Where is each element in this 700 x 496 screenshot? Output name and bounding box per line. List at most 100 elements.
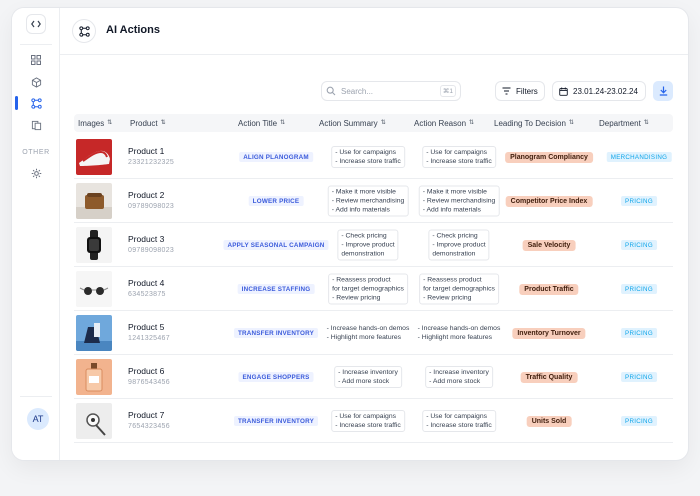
action-reason: - Reassess product for target demographic… [419, 273, 499, 305]
sidebar-item-settings[interactable] [28, 165, 44, 181]
column-header-action-summary[interactable]: Action Summary ⇅ [319, 114, 386, 132]
search-input[interactable]: Search... ⌘1 [321, 81, 461, 101]
sort-icon: ⇅ [160, 120, 166, 126]
product-name: Product 7 [128, 410, 165, 420]
filters-button[interactable]: Filters [495, 81, 545, 101]
sidebar-item-products[interactable] [28, 74, 44, 90]
sidebar-divider [20, 396, 52, 397]
table-row[interactable]: Product 4 634523875 INCREASE STAFFING - … [74, 267, 673, 311]
sidebar: OTHER AT [12, 8, 60, 460]
search-placeholder: Search... [341, 86, 374, 96]
grid-icon [31, 55, 41, 65]
column-header-product[interactable]: Product ⇅ [130, 114, 166, 132]
department-badge: PRICING [621, 196, 657, 206]
product-name: Product 5 [128, 322, 165, 332]
page-title: AI Actions [106, 24, 160, 36]
column-header-department[interactable]: Department ⇅ [599, 114, 649, 132]
page-icon [72, 19, 96, 43]
search-icon [326, 86, 336, 96]
department-badge: MERCHANDISING [606, 152, 672, 162]
product-name: Product 1 [128, 146, 165, 156]
gear-icon [31, 168, 41, 178]
sort-icon: ⇅ [380, 120, 386, 126]
action-summary: - Reassess product for target demographic… [328, 273, 408, 305]
product-id: 1241325467 [128, 335, 170, 342]
table-row[interactable]: Product 5 1241325467 TRANSFER INVENTORY … [74, 311, 673, 355]
department-badge: PRICING [621, 372, 657, 382]
action-title-tag: INCREASE STAFFING [237, 284, 315, 294]
sort-icon: ⇅ [568, 120, 574, 126]
download-icon [659, 86, 667, 96]
workflow-icon [78, 25, 90, 37]
download-button[interactable] [653, 81, 673, 101]
column-header-images[interactable]: Images ⇅ [78, 114, 112, 132]
decision-badge: Sale Velocity [522, 240, 576, 251]
decision-badge: Units Sold [526, 416, 572, 427]
product-name: Product 2 [128, 190, 165, 200]
column-header-action-title[interactable]: Action Title ⇅ [238, 114, 285, 132]
sidebar-divider [20, 44, 52, 45]
action-summary: - Increase hands-on demos - Highlight mor… [322, 322, 414, 344]
action-title-tag: APPLY SEASONAL CAMPAIGN [223, 240, 329, 250]
product-id: 634523875 [128, 291, 166, 298]
table-row[interactable]: Product 6 9876543456 ENGAGE SHOPPERS - I… [74, 355, 673, 399]
action-title-tag: LOWER PRICE [248, 196, 304, 206]
table-row[interactable]: Product 3 09789098023 APPLY SEASONAL CAM… [74, 223, 673, 267]
product-id: 09789098023 [128, 247, 175, 254]
table-row[interactable]: Product 2 09789098023 LOWER PRICE - Make… [74, 179, 673, 223]
product-image [76, 227, 112, 263]
product-id: 23321232325 [128, 159, 175, 166]
app-window: OTHER AT AI Actions Search... ⌘1 Filters… [12, 8, 688, 460]
column-header-leading-to-decision[interactable]: Leading To Decision ⇅ [494, 114, 574, 132]
sidebar-item-reports[interactable] [28, 117, 44, 133]
documents-icon [31, 120, 41, 130]
active-indicator [15, 96, 18, 110]
action-reason: - Use for campaigns - Increase store traf… [422, 146, 496, 168]
product-name: Product 3 [128, 234, 165, 244]
department-badge: PRICING [621, 416, 657, 426]
sidebar-item-ai-actions[interactable] [28, 95, 44, 111]
product-image [76, 403, 112, 439]
action-summary: - Increase inventory - Add more stock [334, 366, 402, 388]
department-badge: PRICING [621, 240, 657, 250]
action-summary: - Use for campaigns - Increase store traf… [331, 146, 405, 168]
page-header: AI Actions [60, 8, 688, 55]
calendar-icon [559, 86, 568, 96]
product-name: Product 6 [128, 366, 165, 376]
decision-badge: Traffic Quality [520, 372, 578, 383]
product-id: 09789098023 [128, 203, 175, 210]
action-title-tag: ALIGN PLANOGRAM [239, 152, 313, 162]
search-shortcut: ⌘1 [439, 85, 456, 97]
product-image [76, 183, 112, 219]
action-title-tag: TRANSFER INVENTORY [233, 328, 319, 338]
sort-icon: ⇅ [469, 120, 475, 126]
sidebar-item-dashboard[interactable] [28, 52, 44, 68]
product-image [76, 271, 112, 307]
date-range-picker[interactable]: 23.01.24-23.02.24 [552, 81, 646, 101]
column-header-action-reason[interactable]: Action Reason ⇅ [414, 114, 474, 132]
action-summary: - Use for campaigns - Increase store traf… [331, 410, 405, 432]
table-row[interactable]: Product 1 23321232325 ALIGN PLANOGRAM - … [74, 135, 673, 179]
product-image [76, 139, 112, 175]
table-row[interactable]: Product 7 7654323456 TRANSFER INVENTORY … [74, 399, 673, 443]
filter-icon [502, 87, 511, 95]
action-title-tag: ENGAGE SHOPPERS [238, 372, 314, 382]
action-title-tag: TRANSFER INVENTORY [233, 416, 319, 426]
department-badge: PRICING [621, 328, 657, 338]
sort-icon: ⇅ [107, 120, 113, 126]
action-summary: - Make it more visible - Review merchandi… [327, 185, 409, 217]
user-avatar[interactable]: AT [27, 408, 49, 430]
sidebar-section-other: OTHER [22, 149, 50, 156]
workflow-icon [30, 97, 42, 109]
cube-icon [31, 76, 41, 88]
product-name: Product 4 [128, 278, 165, 288]
sort-icon: ⇅ [280, 120, 286, 126]
expand-sidebar-button[interactable] [26, 14, 46, 34]
action-reason: - Check pricing - Improve product demonstr… [428, 229, 490, 261]
department-badge: PRICING [621, 284, 657, 294]
table-header: Images ⇅ Product ⇅ Action Title ⇅ Action Su… [74, 114, 673, 132]
product-id: 7654323456 [128, 423, 170, 430]
action-reason: - Increase inventory - Add more stock [425, 366, 493, 388]
action-reason: - Increase hands-on demos - Highlight mor… [413, 322, 505, 344]
decision-badge: Product Traffic [519, 284, 579, 295]
